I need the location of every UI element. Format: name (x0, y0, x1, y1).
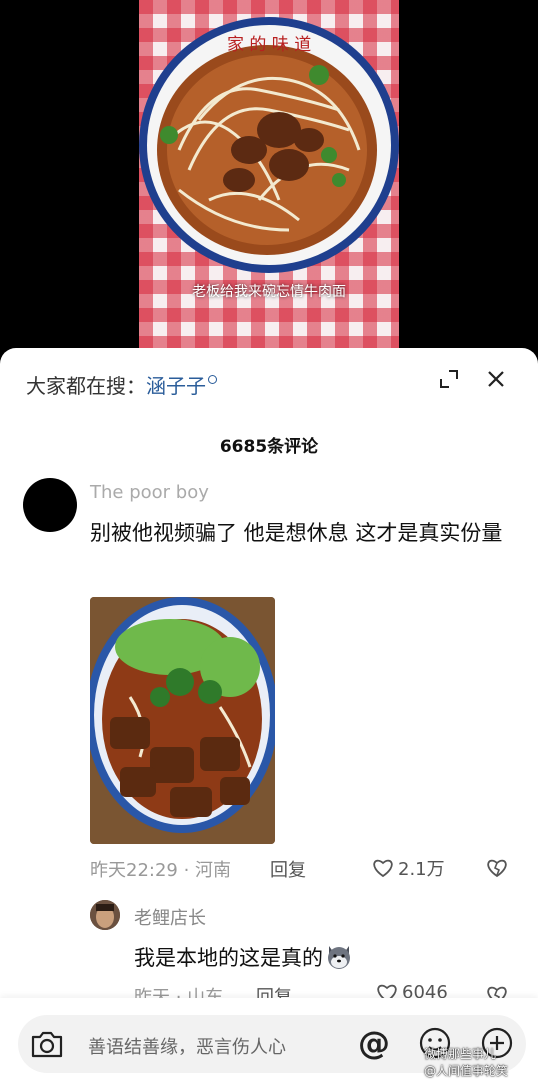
reply-username[interactable]: 老鲤店长 (134, 904, 206, 930)
reply-text-row: 我是本地的这是真的 (134, 942, 353, 972)
watermark: 微博那些事儿 @人间值事轮笑 (424, 1046, 508, 1080)
comment-text: 别被他视频骗了 他是想休息 这才是真实份量 (90, 521, 503, 545)
like-button[interactable]: 2.1万 (372, 855, 445, 881)
comment-time-location: 昨天22:29 · 河南 (90, 860, 232, 881)
reply-text: 我是本地的这是真的 (134, 946, 323, 970)
video-caption: 老板给我来碗忘情牛肉面 (192, 284, 346, 300)
svg-text:家 的 味 道: 家 的 味 道 (227, 35, 311, 55)
comment-count: 6685条评论 (219, 437, 319, 457)
beef-noodle-photo (90, 597, 275, 844)
expand-icon[interactable] (440, 370, 458, 388)
broken-heart-icon[interactable] (486, 857, 508, 879)
comment-input-placeholder[interactable]: 善语结善缘，恶言伤人心 (88, 1033, 286, 1059)
hot-search-row[interactable]: 大家都在搜：涵子子 (26, 370, 217, 399)
husky-emoji-icon (328, 946, 350, 969)
video-frame: 家 的 味 道 老板给我来碗忘情牛肉面 (139, 0, 399, 350)
search-icon (208, 375, 217, 384)
watermark-line1: 微博那些事儿 (424, 1047, 497, 1061)
camera-icon[interactable] (30, 1029, 64, 1059)
hot-search-prefix: 大家都在搜： (26, 374, 146, 398)
reply-button[interactable]: 回复 (270, 856, 306, 882)
at-icon[interactable]: @ (358, 1024, 390, 1062)
avatar[interactable] (23, 478, 77, 532)
comment-username[interactable]: The poor boy (90, 482, 209, 503)
close-icon[interactable] (486, 369, 506, 389)
hot-search-term[interactable]: 涵子子 (146, 374, 206, 398)
watermark-line2: @人间值事轮笑 (424, 1064, 509, 1078)
comment-photo[interactable] (90, 597, 275, 844)
like-count: 2.1万 (398, 859, 445, 880)
avatar[interactable] (90, 900, 120, 930)
heart-icon (373, 859, 393, 878)
avatar-image (90, 900, 120, 930)
comment-sheet: 大家都在搜：涵子子 6685条评论 The poor boy 别被他视频骗了 他… (0, 348, 538, 1080)
video-player[interactable]: 家 的 味 道 老板给我来碗忘情牛肉面 (0, 0, 538, 350)
